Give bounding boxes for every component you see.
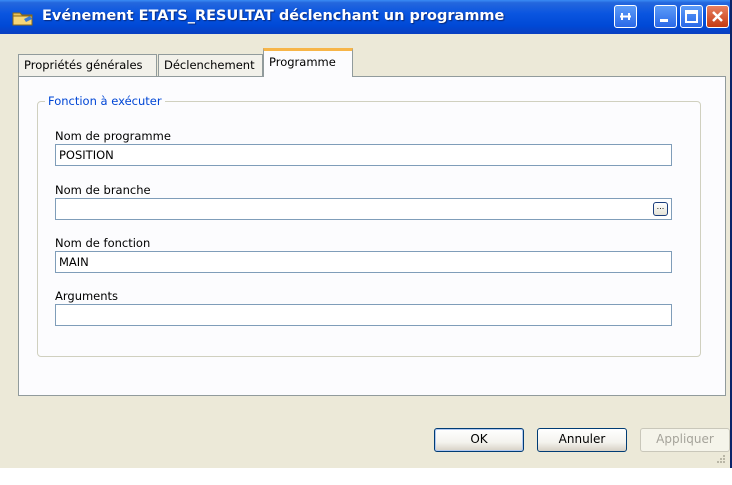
minimize-icon[interactable] <box>654 5 677 28</box>
program-name-label: Nom de programme <box>55 129 171 143</box>
group-legend: Fonction à exécuter <box>45 94 165 108</box>
tab-label: Déclenchement <box>164 58 255 72</box>
tab-label: Propriétés générales <box>24 58 143 72</box>
tab-triggering[interactable]: Déclenchement <box>158 54 263 76</box>
program-name-field[interactable]: POSITION <box>55 144 672 166</box>
close-icon[interactable] <box>706 5 729 28</box>
dialog-window: Evénement ETATS_RESULTAT déclenchant un … <box>0 0 732 468</box>
function-name-value: MAIN <box>59 255 89 269</box>
arguments-field[interactable] <box>55 304 672 326</box>
ok-button[interactable]: OK <box>434 428 524 452</box>
arguments-label: Arguments <box>55 289 119 303</box>
branch-name-label: Nom de branche <box>55 183 151 197</box>
branch-name-field[interactable]: ... <box>55 198 672 220</box>
tab-panel-program: Fonction à exécuter Nom de programme POS… <box>18 76 726 396</box>
resize-grip-icon[interactable] <box>716 454 726 464</box>
apply-button[interactable]: Appliquer <box>640 428 730 452</box>
cancel-button[interactable]: Annuler <box>537 428 627 452</box>
function-group-box: Fonction à exécuter Nom de programme POS… <box>37 94 701 357</box>
function-name-field[interactable]: MAIN <box>55 251 672 273</box>
maximize-icon[interactable] <box>680 5 703 28</box>
pin-icon[interactable] <box>614 5 637 28</box>
tab-label: Programme <box>269 55 336 69</box>
tab-general-properties[interactable]: Propriétés générales <box>18 54 157 76</box>
window-title: Evénement ETATS_RESULTAT déclenchant un … <box>42 8 505 24</box>
title-bar[interactable]: Evénement ETATS_RESULTAT déclenchant un … <box>0 0 730 34</box>
function-name-label: Nom de fonction <box>55 236 151 250</box>
tab-program[interactable]: Programme <box>263 48 353 77</box>
folder-icon <box>12 10 34 26</box>
browse-button[interactable]: ... <box>653 202 668 216</box>
program-name-value: POSITION <box>59 148 114 162</box>
